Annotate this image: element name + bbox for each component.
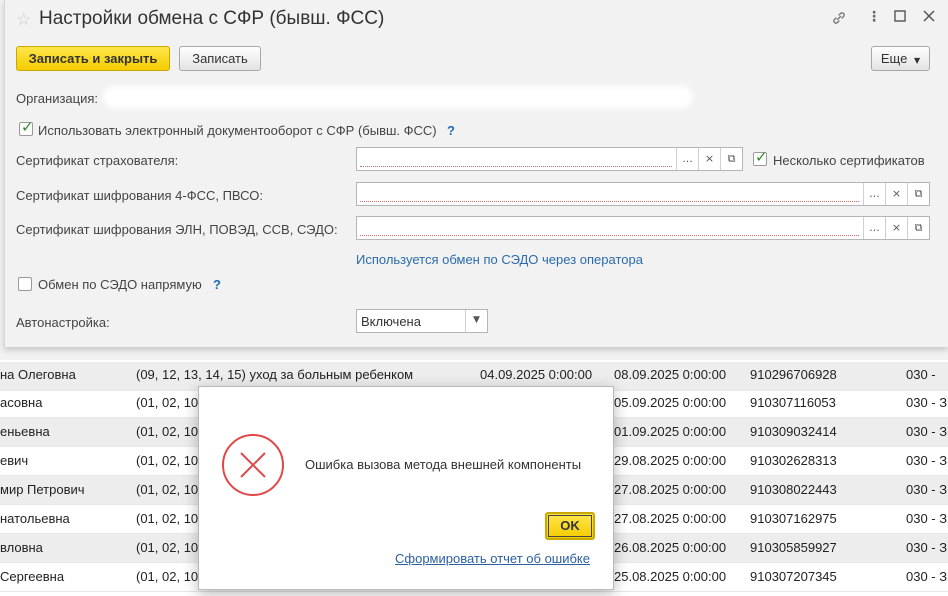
sedo-direct-checkbox[interactable] [18,277,32,291]
use-edo-label: Использовать электронный документооборот… [38,123,437,138]
table-cell-code: 030 - З [906,453,948,468]
maximize-icon[interactable] [894,10,906,26]
checkmark-icon: ✓ [755,148,768,166]
choose-button[interactable]: ... [676,148,698,170]
table-cell-codes: (01, 02, 10 [136,511,199,526]
form-title: Настройки обмена с СФР (бывш. ФСС) [39,8,385,29]
table-cell-number: 910307116053 [750,395,836,410]
open-icon[interactable]: ⧉ [907,217,929,239]
table-cell-date: 27.08.2025 0:00:00 [614,482,727,497]
ok-button[interactable]: OK [545,512,595,540]
cert-eln-label: Сертификат шифрования ЭЛН, ПОВЭД, ССВ, С… [16,222,338,237]
organization-value-redacted [103,86,693,108]
clear-icon[interactable]: × [885,217,907,239]
clear-icon[interactable]: × [698,148,720,170]
save-and-close-button[interactable]: Записать и закрыть [16,46,170,71]
settings-form: ☆ Настройки обмена с СФР (бывш. ФСС) ⋮ З… [4,0,948,347]
table-cell-date: 25.08.2025 0:00:00 [614,569,727,584]
error-message: Ошибка вызова метода внешней компоненты [305,457,582,472]
insurer-cert-field[interactable]: ... × ⧉ [356,147,743,171]
help-icon[interactable]: ? [213,277,221,292]
chevron-down-icon: ▼ [913,56,921,65]
organization-label: Организация: [16,91,99,106]
table-cell-code: 030 - З [906,511,948,526]
table-cell-number: 910307207345 [750,569,837,584]
choose-button[interactable]: ... [863,217,885,239]
table-cell-name: евич [0,453,29,468]
table-cell-name: натольевна [0,511,70,526]
save-button[interactable]: Записать [179,46,261,71]
table-cell-codes: (01, 02, 10 [136,395,199,410]
table-cell-date: 01.09.2025 0:00:00 [614,424,727,439]
table-cell-name: на Олеговна [0,367,76,382]
table-cell-number: 910307162975 [750,511,837,526]
table-cell-date: 04.09.2025 0:00:00 [480,367,593,382]
close-icon[interactable] [923,10,935,26]
cert-eln-field[interactable]: ... × ⧉ [356,216,930,240]
table-cell-name: еньевна [0,424,50,439]
table-cell-codes: (01, 02, 10 [136,453,199,468]
table-cell-name: Сергеевна [0,569,65,584]
table-cell-codes: (01, 02, 10 [136,540,199,555]
table-cell-number: 910296706928 [750,367,837,382]
error-dialog: Ошибка вызова метода внешней компоненты … [198,386,614,590]
more-vertical-icon[interactable]: ⋮ [867,9,881,25]
error-icon [222,434,284,496]
table-cell-code: 030 - [906,367,936,382]
more-button[interactable]: Еще ▼ [871,46,930,71]
title-bar: ☆ Настройки обмена с СФР (бывш. ФСС) ⋮ [5,0,948,40]
table-cell-code: 030 - З [906,424,948,439]
chevron-down-icon[interactable]: ▼ [465,310,487,332]
table-cell-name: асовна [0,395,43,410]
autosetup-select[interactable]: Включена ▼ [356,309,488,333]
error-report-link[interactable]: Сформировать отчет об ошибке [395,551,590,566]
multiple-certs-checkbox[interactable]: ✓ [753,148,768,166]
table-cell-code: 030 - З [906,395,948,410]
table-cell-date: 05.09.2025 0:00:00 [614,395,727,410]
autosetup-label: Автонастройка: [16,315,110,330]
open-icon[interactable]: ⧉ [720,148,742,170]
table-cell-date: 08.09.2025 0:00:00 [614,367,727,382]
table-cell-number: 910302628313 [750,453,837,468]
help-icon[interactable]: ? [447,123,455,138]
clear-icon[interactable]: × [885,183,907,205]
table-cell-date: 26.08.2025 0:00:00 [614,540,727,555]
table-cell-number: 910305859927 [750,540,837,555]
sedo-direct-label: Обмен по СЭДО напрямую [38,277,202,292]
table-cell-code: 030 - З [906,569,948,584]
table-cell-codes: (09, 12, 13, 14, 15) уход за больным реб… [136,367,414,382]
table-cell-code: 030 - З [906,540,948,555]
checkmark-icon: ✓ [21,118,34,136]
table-cell-name: вловна [0,540,43,555]
table-cell-code: 030 - З [906,482,948,497]
table-cell-name: мир Петрович [0,482,85,497]
autosetup-value: Включена [361,314,421,329]
table-cell-date: 27.08.2025 0:00:00 [614,511,727,526]
table-cell-codes: (01, 02, 10 [136,569,199,584]
choose-button[interactable]: ... [863,183,885,205]
open-icon[interactable]: ⧉ [907,183,929,205]
table-cell-codes: (01, 02, 10 [136,482,199,497]
table-cell-number: 910309032414 [750,424,837,439]
more-button-label: Еще [880,51,908,66]
use-edo-checkbox[interactable]: ✓ [19,118,34,136]
table-cell-number: 910308022443 [750,482,837,497]
cert-4fss-label: Сертификат шифрования 4-ФСС, ПВСО: [16,188,263,203]
insurer-cert-label: Сертификат страхователя: [16,153,179,168]
table-cell-codes: (01, 02, 10 [136,424,199,439]
table-cell-date: 29.08.2025 0:00:00 [614,453,727,468]
sedo-operator-link[interactable]: Используется обмен по СЭДО через операто… [356,252,643,267]
link-icon[interactable] [831,10,847,30]
favorite-star-icon[interactable]: ☆ [16,10,31,30]
cert-4fss-field[interactable]: ... × ⧉ [356,182,930,206]
multiple-certs-label: Несколько сертификатов [773,153,925,168]
